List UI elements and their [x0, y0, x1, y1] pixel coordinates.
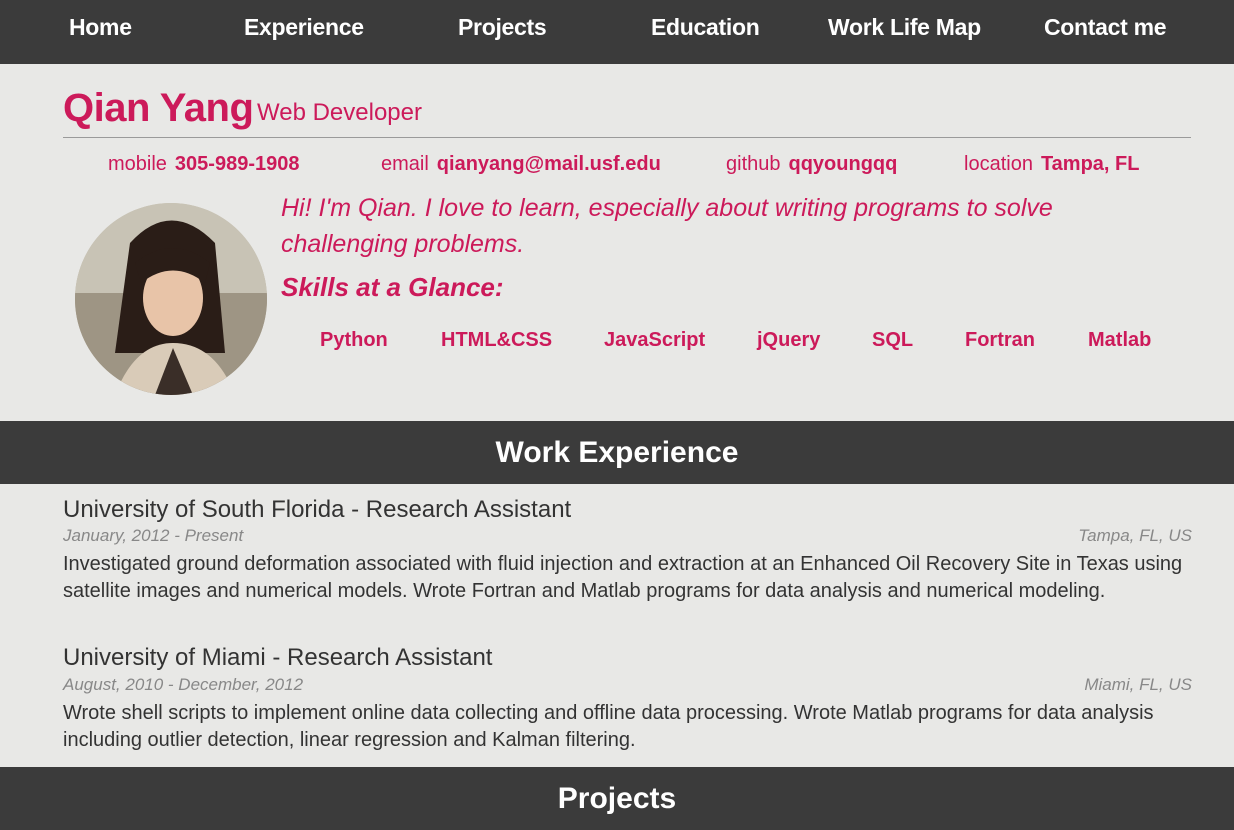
contact-location-label: location	[964, 153, 1033, 175]
skills-title: Skills at a Glance:	[281, 272, 504, 302]
header-divider	[63, 137, 1191, 138]
contact-mobile: mobile 305-989-1908	[108, 153, 299, 176]
contact-mobile-label: mobile	[108, 153, 167, 175]
contact-location-value: Tampa, FL	[1040, 153, 1140, 175]
skill-javascript: JavaScript	[604, 329, 706, 351]
skill-jquery: jQuery	[757, 329, 821, 351]
profile-name: Qian Yang	[63, 86, 254, 130]
nav-work-life-map[interactable]: Work Life Map	[828, 0, 981, 54]
nav-home[interactable]: Home	[69, 0, 132, 54]
contact-email-label: email	[381, 153, 429, 175]
job-location-usf: Tampa, FL, US	[1078, 526, 1192, 545]
nav-projects[interactable]: Projects	[458, 0, 547, 54]
contact-location: location Tampa, FL	[964, 153, 1139, 176]
skill-fortran: Fortran	[965, 329, 1035, 351]
intro-text: Hi! I'm Qian. I love to learn, especiall…	[281, 194, 1053, 258]
job-title-miami: University of Miami - Research Assistant	[63, 644, 493, 671]
skill-sql: SQL	[872, 329, 914, 351]
top-nav: Home Experience Projects Education Work …	[0, 0, 1234, 64]
profile-role: Web Developer	[257, 99, 422, 126]
contact-github-label: github	[726, 153, 781, 175]
work-experience-heading: Work Experience	[0, 421, 1234, 484]
skill-matlab: Matlab	[1088, 329, 1152, 351]
job-title-usf: University of South Florida - Research A…	[63, 496, 572, 523]
skill-python: Python	[320, 329, 388, 351]
nav-education[interactable]: Education	[651, 0, 760, 54]
job-dates-usf: January, 2012 - Present	[63, 526, 244, 545]
job-description-usf: Investigated ground deformation associat…	[63, 553, 1183, 602]
avatar-photo	[75, 203, 267, 395]
contact-email-value[interactable]: qianyang@mail.usf.edu	[437, 153, 661, 175]
avatar	[75, 203, 267, 395]
job-dates-miami: August, 2010 - December, 2012	[63, 675, 304, 694]
contact-github-value[interactable]: qqyoungqq	[789, 153, 898, 175]
job-location-miami: Miami, FL, US	[1084, 675, 1192, 694]
contact-github: github qqyoungqq	[726, 153, 897, 176]
job-description-miami: Wrote shell scripts to implement online …	[63, 702, 1154, 751]
skill-html-css: HTML&CSS	[441, 329, 553, 351]
projects-heading: Projects	[0, 767, 1234, 830]
nav-contact-me[interactable]: Contact me	[1044, 0, 1167, 54]
profile-header: Qian Yang Web Developer mobile 305-989-19…	[0, 64, 1234, 421]
contact-mobile-value[interactable]: 305-989-1908	[175, 153, 300, 175]
contact-email: email qianyang@mail.usf.edu	[381, 153, 661, 176]
nav-experience[interactable]: Experience	[244, 0, 364, 54]
